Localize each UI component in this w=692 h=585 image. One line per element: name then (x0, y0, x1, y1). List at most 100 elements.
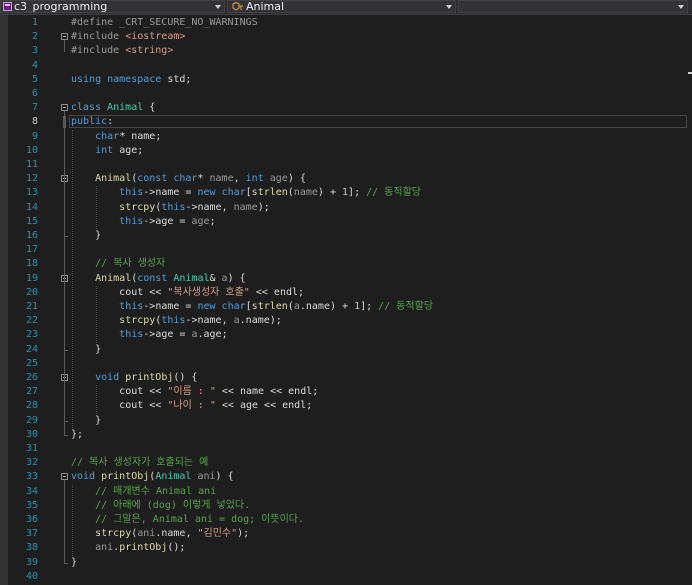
line-number: 10 (25, 144, 38, 156)
code-line[interactable]: 33 void printObj(Animal ani) { (0, 470, 692, 484)
code-token: #include (71, 45, 126, 57)
code-line[interactable]: 2 #include <iostream> (0, 30, 692, 44)
code-line[interactable]: 26 void printObj() { (0, 371, 692, 385)
code-line[interactable]: 39} (0, 556, 692, 570)
code-text[interactable]: char* name; (71, 130, 161, 144)
code-line[interactable]: 21 this->name = new char[strlen(a.name) … (0, 300, 692, 314)
code-token: ani (95, 542, 114, 554)
project-icon (3, 2, 12, 11)
code-text[interactable]: Animal(const char* name, int age) { (71, 172, 306, 186)
code-line[interactable]: 24 } (0, 343, 692, 357)
code-text[interactable]: } (71, 229, 101, 243)
collapse-outline-icon[interactable] (61, 33, 68, 41)
code-line[interactable]: 10 int age; (0, 144, 692, 158)
code-text[interactable]: cout << "나이 : " << age << endl; (71, 399, 312, 413)
code-text[interactable]: #include <string> (71, 44, 173, 58)
code-line[interactable]: 17 (0, 243, 692, 257)
code-line[interactable]: 5 using namespace std; (0, 73, 692, 87)
code-line[interactable]: 8 public: (0, 115, 692, 129)
code-text[interactable]: using namespace std; (71, 73, 191, 87)
code-line[interactable]: 35 // 아래에 (dog) 이렇게 넣었다. (0, 499, 692, 513)
code-line[interactable]: 7 class Animal { (0, 101, 692, 115)
code-token: -> (143, 301, 156, 312)
code-text[interactable]: int age; (71, 144, 143, 158)
code-line[interactable]: 40 (0, 570, 692, 584)
code-line[interactable]: 3 #include <string> (0, 44, 692, 58)
code-line[interactable]: 36 // 그말은, Animal ani = dog; 이뜻이다. (0, 513, 692, 527)
code-token: = (179, 301, 198, 312)
code-text[interactable]: } (71, 414, 101, 428)
code-line[interactable]: 15 this->age = age; (0, 215, 692, 229)
code-text[interactable]: } (71, 556, 77, 570)
code-text[interactable]: cout << "이름 : " << name << endl; (71, 385, 318, 399)
code-text[interactable]: // 매개변수 Animal ani (71, 485, 216, 499)
code-text[interactable]: #include <iostream> (71, 30, 185, 44)
code-token: this (161, 201, 186, 213)
code-line[interactable]: 11 (0, 158, 692, 172)
code-line[interactable]: 25 (0, 357, 692, 371)
code-line[interactable]: 14 strcpy(this->name, name); (0, 201, 692, 215)
code-line[interactable]: 4 (0, 59, 692, 73)
code-editor[interactable]: 1 #define _CRT_SECURE_NO_WARNINGS 2 #includ… (0, 15, 692, 585)
code-token: this (119, 329, 144, 341)
code-line[interactable]: 28 cout << "나이 : " << age << endl; (0, 399, 692, 413)
code-text[interactable]: cout << "복사생성자 호출" << endl; (71, 286, 304, 300)
code-text[interactable]: strcpy(this->name, name); (71, 201, 270, 215)
code-text[interactable]: // 복사 생성자 (71, 257, 165, 271)
code-token: * (119, 130, 132, 142)
code-token: << (258, 400, 283, 412)
line-number: 25 (25, 357, 38, 369)
code-text[interactable]: // 아래에 (dog) 이렇게 넣었다. (71, 499, 250, 513)
code-line[interactable]: 12 Animal(const char* name, int age) { (0, 172, 692, 186)
code-line[interactable]: 30}; (0, 428, 692, 442)
code-line[interactable]: 22 strcpy(this->name, a.name); (0, 314, 692, 328)
member-dropdown[interactable] (458, 0, 688, 13)
code-line[interactable]: 27 cout << "이름 : " << name << endl; (0, 385, 692, 399)
code-text[interactable]: void printObj(Animal ani) { (71, 470, 234, 484)
code-line[interactable]: 13 this->name = new char[strlen(name) + … (0, 186, 692, 200)
code-line[interactable]: 37 strcpy(ani.name, "김민수"); (0, 527, 692, 541)
code-line[interactable]: 1 #define _CRT_SECURE_NO_WARNINGS (0, 16, 692, 30)
code-token: // 그말은, Animal ani = dog; 이뜻이다. (95, 514, 304, 525)
code-token: ; (209, 215, 216, 227)
code-text[interactable]: // 그말은, Animal ani = dog; 이뜻이다. (71, 513, 304, 527)
code-token: -> (143, 215, 156, 227)
code-text[interactable]: class Animal { (71, 101, 155, 115)
project-dropdown[interactable]: c3_programming (0, 0, 225, 13)
code-text[interactable]: } (71, 343, 101, 357)
code-text[interactable]: strcpy(ani.name, "김민수"); (71, 527, 249, 541)
code-text[interactable]: strcpy(this->name, a.name); (71, 314, 282, 328)
code-token: cout (119, 386, 144, 398)
code-line[interactable]: 32 // 복사 생성자가 호출되는 예 (0, 456, 692, 470)
code-text[interactable]: this->name = new char[strlen(name) + 1];… (71, 186, 421, 200)
code-line[interactable]: 16 } (0, 229, 692, 243)
project-name: c3_programming (14, 0, 108, 13)
code-text[interactable]: void printObj() { (71, 371, 197, 385)
code-line[interactable]: 9 char* name; (0, 130, 692, 144)
code-text[interactable]: this->age = age; (71, 215, 216, 229)
code-text[interactable]: this->name = new char[strlen(a.name) + 1… (71, 300, 433, 314)
code-line[interactable]: 29 } (0, 414, 692, 428)
code-line[interactable]: 34 // 매개변수 Animal ani (0, 485, 692, 499)
code-text[interactable]: Animal(const Animal& a) { (71, 272, 246, 286)
code-line[interactable]: 31 (0, 442, 692, 456)
code-text[interactable]: ani.printObj(); (71, 541, 185, 555)
code-line[interactable]: 19 Animal(const Animal& a) { (0, 272, 692, 286)
scope-dropdown[interactable]: Animal (227, 0, 456, 13)
code-text[interactable]: }; (71, 428, 83, 442)
code-line[interactable]: 18 // 복사 생성자 (0, 257, 692, 271)
code-line[interactable]: 23 this->age = a.age; (0, 328, 692, 342)
code-text[interactable]: this->age = a.age; (71, 328, 227, 342)
code-line[interactable]: 20 cout << "복사생성자 호출" << endl; (0, 286, 692, 300)
code-line[interactable]: 38 ani.printObj(); (0, 541, 692, 555)
line-number: 14 (25, 201, 38, 213)
code-token: age (155, 329, 174, 341)
code-text[interactable]: #define _CRT_SECURE_NO_WARNINGS (71, 16, 258, 30)
code-text[interactable]: // 복사 생성자가 호출되는 예 (71, 456, 208, 470)
code-text[interactable]: public: (71, 115, 113, 129)
code-token: strlen (251, 187, 288, 199)
collapse-outline-icon[interactable] (61, 104, 68, 112)
code-line[interactable]: 6 (0, 87, 692, 101)
collapse-outline-icon[interactable] (61, 473, 68, 481)
